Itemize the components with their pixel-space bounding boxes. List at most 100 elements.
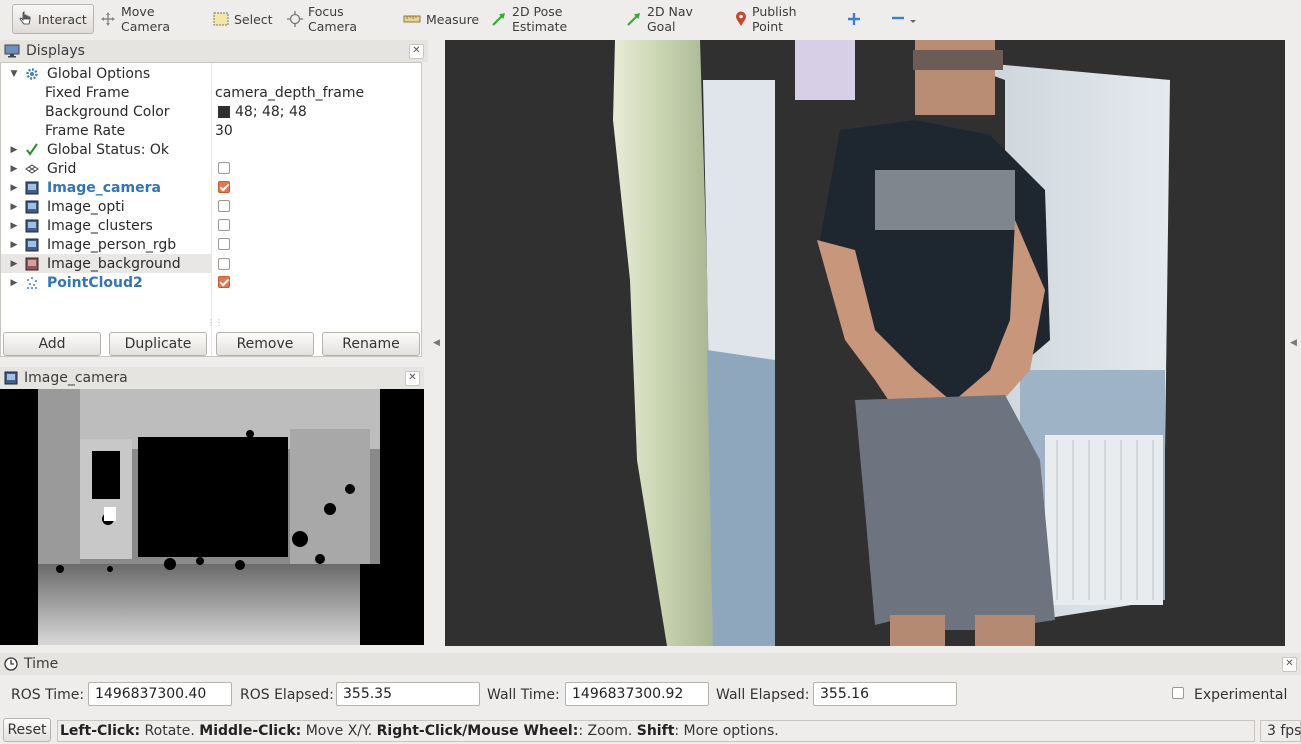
collapse-left-dock-icon[interactable]: ◀: [433, 338, 440, 348]
duplicate-display-button[interactable]: Duplicate: [109, 332, 207, 356]
remove-display-button[interactable]: Remove: [216, 332, 314, 356]
splitter-handle[interactable]: ⋮⋮: [207, 318, 223, 327]
ros-time-label: ROS Time:: [11, 687, 85, 703]
clock-icon: [4, 657, 18, 671]
fps-readout: 3 fps: [1260, 720, 1301, 742]
move-camera-tool-label: Move Camera: [121, 4, 171, 34]
experimental-checkbox[interactable]: [1172, 687, 1184, 699]
wall-elapsed-label: Wall Elapsed:: [716, 687, 810, 703]
hint-right-click-text: : Zoom.: [578, 723, 637, 739]
depth-image-view[interactable]: [0, 389, 424, 645]
tree-row-frame-rate[interactable]: Frame Rate 30: [1, 121, 421, 140]
collapsed-arrow-icon[interactable]: ▶: [9, 278, 19, 288]
image-icon: [25, 219, 39, 232]
grid-label: Grid: [47, 160, 77, 177]
tree-row-grid[interactable]: ▶ Grid: [1, 159, 421, 178]
rename-display-button[interactable]: Rename: [322, 332, 420, 356]
collapsed-arrow-icon[interactable]: ▶: [9, 164, 19, 174]
publish-point-tool-button[interactable]: Publish Point: [731, 4, 833, 34]
global-options-label: Global Options: [47, 65, 151, 82]
tree-row-image-opti[interactable]: ▶ Image_opti: [1, 197, 421, 216]
collapsed-arrow-icon[interactable]: ▶: [9, 202, 19, 212]
hint-shift-key: Shift: [636, 723, 675, 739]
tree-row-global-status[interactable]: ▶ Global Status: Ok: [1, 140, 421, 159]
image-camera-label: Image_camera: [47, 179, 161, 196]
collapsed-arrow-icon[interactable]: ▶: [9, 240, 19, 250]
select-tool-button[interactable]: Select: [209, 4, 275, 34]
fixed-frame-value[interactable]: camera_depth_frame: [215, 85, 364, 101]
hint-left-click-key: Left-Click:: [60, 723, 141, 739]
tree-row-image-clusters[interactable]: ▶ Image_clusters: [1, 216, 421, 235]
2d-pose-estimate-tool-button[interactable]: 2D Pose Estimate: [487, 4, 612, 34]
pointcloud-render: [445, 40, 1285, 646]
tree-row-global-options[interactable]: ▼ Global Options: [1, 64, 421, 83]
remove-button-label: Remove: [236, 336, 294, 352]
map-pin-icon: [736, 11, 746, 26]
time-close-icon[interactable]: ✕: [1282, 657, 1297, 672]
background-color-swatch[interactable]: [218, 106, 230, 118]
crosshair-icon: [287, 11, 303, 27]
2d-nav-goal-tool-button[interactable]: 2D Nav Goal: [622, 4, 720, 34]
depth-image: [0, 389, 424, 645]
status-bar: Reset Left-Click: Rotate. Middle-Click: …: [0, 716, 1301, 744]
monitor-icon: [4, 44, 20, 58]
image-person-rgb-checkbox[interactable]: [218, 238, 230, 250]
image-icon: [4, 371, 18, 385]
tree-row-image-camera[interactable]: ▶ Image_camera: [1, 178, 421, 197]
image-camera-panel-title-bar: Image_camera ✕: [0, 367, 424, 389]
hint-shift-text: : More options.: [674, 723, 779, 739]
global-status-label: Global Status: Ok: [47, 141, 170, 158]
duplicate-button-label: Duplicate: [124, 336, 192, 352]
collapsed-arrow-icon[interactable]: ▶: [9, 259, 19, 269]
time-panel-title-bar: Time ✕: [0, 653, 1301, 675]
wall-elapsed-field[interactable]: 355.16: [813, 682, 957, 706]
background-color-value[interactable]: 48; 48; 48: [235, 104, 307, 120]
plus-icon: [848, 13, 860, 25]
collapsed-arrow-icon[interactable]: ▶: [9, 183, 19, 193]
interact-tool-button[interactable]: Interact: [12, 4, 94, 34]
frame-rate-value[interactable]: 30: [215, 123, 233, 139]
displays-panel-title-bar: Displays ✕: [0, 40, 428, 62]
image-camera-checkbox[interactable]: [218, 181, 230, 193]
select-box-icon: [213, 12, 229, 26]
image-opti-label: Image_opti: [47, 198, 125, 215]
displays-tree: ▼ Global Options Fixed Frame camera_dept…: [0, 62, 422, 357]
remove-tool-button[interactable]: [886, 4, 922, 34]
image-background-checkbox[interactable]: [218, 258, 230, 270]
collapsed-arrow-icon[interactable]: ▶: [9, 221, 19, 231]
pointcloud2-checkbox[interactable]: [218, 276, 230, 288]
add-display-button[interactable]: Add: [3, 332, 101, 356]
ros-time-field[interactable]: 1496837300.40: [88, 682, 232, 706]
tree-row-pointcloud2[interactable]: ▶ PointCloud2: [1, 273, 421, 292]
background-color-label: Background Color: [45, 103, 170, 120]
grid-checkbox[interactable]: [218, 162, 230, 174]
tree-row-fixed-frame[interactable]: Fixed Frame camera_depth_frame: [1, 83, 421, 102]
tree-row-background-color[interactable]: Background Color 48; 48; 48: [1, 102, 421, 121]
image-clusters-checkbox[interactable]: [218, 219, 230, 231]
time-panel-title: Time: [24, 656, 59, 672]
reset-button-label: Reset: [7, 722, 47, 738]
minus-dropdown-icon: [892, 16, 916, 23]
green-arrow-icon: [627, 13, 640, 26]
focus-camera-tool-button[interactable]: Focus Camera: [283, 4, 390, 34]
measure-tool-button[interactable]: Measure: [399, 4, 479, 34]
displays-close-icon[interactable]: ✕: [409, 44, 424, 59]
add-tool-button[interactable]: [843, 4, 865, 34]
collapsed-arrow-icon[interactable]: ▶: [9, 145, 19, 155]
image-clusters-label: Image_clusters: [47, 217, 153, 234]
tree-row-image-background[interactable]: ▶ Image_background: [1, 254, 211, 273]
tree-row-image-person-rgb[interactable]: ▶ Image_person_rgb: [1, 235, 421, 254]
3d-render-viewport[interactable]: [445, 40, 1285, 646]
expanded-arrow-icon[interactable]: ▼: [9, 69, 19, 79]
add-button-label: Add: [38, 336, 66, 352]
move-camera-tool-button[interactable]: Move Camera: [96, 4, 200, 34]
reset-button[interactable]: Reset: [3, 718, 51, 742]
ros-elapsed-field[interactable]: 355.35: [336, 682, 480, 706]
wall-time-field[interactable]: 1496837300.92: [565, 682, 709, 706]
mouse-hint-text: Left-Click: Rotate. Middle-Click: Move X…: [57, 720, 1255, 742]
image-opti-checkbox[interactable]: [218, 200, 230, 212]
image-icon: [25, 200, 39, 213]
image-camera-close-icon[interactable]: ✕: [405, 371, 420, 386]
measure-tool-label: Measure: [426, 11, 480, 27]
collapse-right-dock-icon[interactable]: ◀: [1290, 338, 1297, 348]
